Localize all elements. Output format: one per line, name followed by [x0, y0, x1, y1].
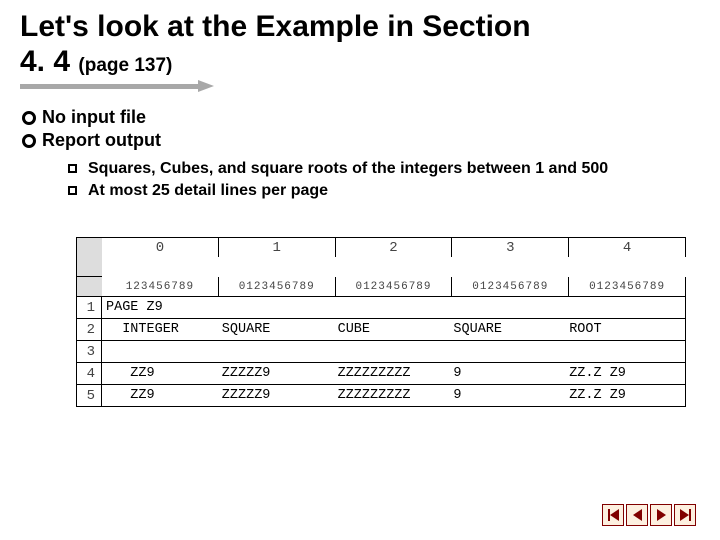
layout-cell: ZZ9 — [106, 385, 222, 406]
square-bullet-icon — [68, 186, 78, 196]
title-line-1: Let's look at the Example in Section — [20, 10, 700, 45]
row-number: 3 — [76, 341, 102, 363]
bullet-list: No input file Report output Squares, Cub… — [22, 107, 700, 201]
layout-cell: 9 — [453, 385, 569, 406]
layout-cell: INTEGER — [106, 319, 222, 340]
layout-row: 5 ZZ9 ZZZZZ9 ZZZZZZZZZ 9 ZZ.Z Z9 — [76, 385, 686, 407]
layout-cell: ZZ.Z Z9 — [569, 363, 685, 384]
title-underline-arrow-icon — [20, 81, 220, 93]
square-bullet-icon — [68, 164, 78, 174]
layout-row-cells: ZZ9 ZZZZZ9 ZZZZZZZZZ 9 ZZ.Z Z9 — [102, 385, 686, 407]
row-number: 1 — [76, 297, 102, 319]
layout-cell: SQUARE — [222, 319, 338, 340]
col-group-label: 2 — [336, 237, 453, 257]
bullet-text: Report output — [42, 130, 161, 151]
bullet-level2-item: Squares, Cubes, and square roots of the … — [68, 159, 700, 179]
col-digit-ruler: 0123456789 — [452, 277, 569, 297]
triangle-left-icon — [610, 509, 619, 521]
col-digit-ruler: 0123456789 — [569, 277, 686, 297]
layout-row-cells: INTEGER SQUARE CUBE SQUARE ROOT — [102, 319, 686, 341]
col-group-label: 1 — [219, 237, 336, 257]
layout-cell — [106, 341, 222, 362]
row-number: 5 — [76, 385, 102, 407]
title-line-2: 4. 4 (page 137) — [20, 45, 700, 80]
triangle-left-icon — [633, 509, 642, 521]
col-digit-ruler: 0123456789 — [336, 277, 453, 297]
bullet-level1-item: Report output — [22, 130, 700, 151]
triangle-right-icon — [680, 509, 689, 521]
layout-cell — [222, 297, 338, 318]
layout-cell — [338, 297, 454, 318]
row-number: 2 — [76, 319, 102, 341]
ring-bullet-icon — [22, 134, 36, 148]
sub-bullet-list: Squares, Cubes, and square roots of the … — [68, 159, 700, 201]
nav-prev-button[interactable] — [626, 504, 648, 526]
title-page-ref: (page 137) — [78, 55, 172, 76]
column-group-header-row: 0 1 2 3 4 — [76, 237, 686, 277]
layout-cell — [453, 341, 569, 362]
col-digit-ruler: 123456789 — [102, 277, 219, 297]
nav-first-button[interactable] — [602, 504, 624, 526]
layout-row: 4 ZZ9 ZZZZZ9 ZZZZZZZZZ 9 ZZ.Z Z9 — [76, 363, 686, 385]
layout-row-cells: PAGE Z9 — [102, 297, 686, 319]
col-group-label: 0 — [102, 237, 219, 257]
layout-cell: ZZZZZZZZZ — [338, 363, 454, 384]
layout-cell: ZZZZZ9 — [222, 363, 338, 384]
layout-cell: ZZZZZ9 — [222, 385, 338, 406]
row-gutter-header — [76, 237, 102, 277]
layout-row: 2 INTEGER SQUARE CUBE SQUARE ROOT — [76, 319, 686, 341]
col-group-label: 3 — [452, 237, 569, 257]
bullet-text: Squares, Cubes, and square roots of the … — [88, 159, 608, 179]
bar-icon — [689, 509, 691, 521]
slide: Let's look at the Example in Section 4. … — [0, 0, 720, 407]
layout-cell: PAGE Z9 — [106, 297, 222, 318]
nav-next-button[interactable] — [650, 504, 672, 526]
bullet-text: At most 25 detail lines per page — [88, 181, 328, 201]
layout-cell — [569, 297, 685, 318]
layout-cell: ZZ.Z Z9 — [569, 385, 685, 406]
layout-cell — [338, 341, 454, 362]
layout-cell: ZZ9 — [106, 363, 222, 384]
layout-row: 1 PAGE Z9 — [76, 297, 686, 319]
layout-row: 3 — [76, 341, 686, 363]
col-group-label: 4 — [569, 237, 686, 257]
bullet-level1-item: No input file — [22, 107, 700, 128]
layout-cell — [453, 297, 569, 318]
layout-row-cells: ZZ9 ZZZZZ9 ZZZZZZZZZ 9 ZZ.Z Z9 — [102, 363, 686, 385]
nav-last-button[interactable] — [674, 504, 696, 526]
layout-row-cells — [102, 341, 686, 363]
bullet-text: No input file — [42, 107, 146, 128]
title-section-number: 4. 4 — [20, 45, 70, 78]
row-number: 4 — [76, 363, 102, 385]
layout-cell: SQUARE — [453, 319, 569, 340]
layout-cell: ZZZZZZZZZ — [338, 385, 454, 406]
layout-cell: CUBE — [338, 319, 454, 340]
layout-cell — [569, 341, 685, 362]
col-digit-ruler: 0123456789 — [219, 277, 336, 297]
slide-title: Let's look at the Example in Section 4. … — [20, 10, 700, 93]
column-digit-ruler-row: 123456789 0123456789 0123456789 01234567… — [76, 277, 686, 297]
layout-cell: 9 — [453, 363, 569, 384]
layout-cell: ROOT — [569, 319, 685, 340]
slide-nav — [602, 504, 696, 526]
row-gutter-header — [76, 277, 102, 297]
layout-cell — [222, 341, 338, 362]
bullet-level2-item: At most 25 detail lines per page — [68, 181, 700, 201]
print-layout-chart: 0 1 2 3 4 123456789 0123456789 012345678… — [76, 237, 686, 407]
ring-bullet-icon — [22, 111, 36, 125]
triangle-right-icon — [657, 509, 666, 521]
